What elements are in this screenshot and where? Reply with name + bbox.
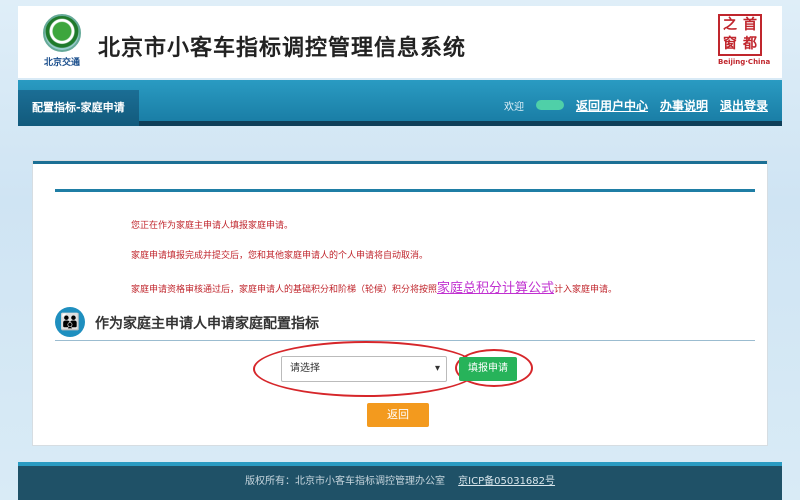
header: 北京交通 北京市小客车指标调控管理信息系统 之 首 窗 都 Beijing·Ch… (18, 6, 782, 78)
logo-emblem-icon (43, 14, 81, 52)
logout-link[interactable]: 退出登录 (720, 97, 768, 114)
tab-family-application[interactable]: 配置指标-家庭申请 (18, 90, 139, 126)
icp-link[interactable]: 京ICP备05031682号 (458, 476, 555, 487)
section-title: 作为家庭主申请人申请家庭配置指标 (95, 316, 319, 332)
footer: 版权所有：北京市小客车指标调控管理办公室 京ICP备05031682号 (18, 462, 782, 500)
site-title: 北京市小客车指标调控管理信息系统 (98, 36, 467, 61)
main-panel: 您正在作为家庭主申请人填报家庭申请。 家庭申请填报完成并提交后，您和其他家庭申请… (32, 160, 768, 446)
family-score-formula-link[interactable]: 家庭总积分计算公式 (437, 281, 554, 296)
notice-line-3-suffix: 计入家庭申请。 (554, 285, 618, 295)
nav-user-area: 欢迎 返回用户中心 办事说明 退出登录 (504, 95, 768, 115)
inner-rule (55, 189, 755, 192)
chevron-down-icon: ▾ (434, 363, 440, 374)
logo-caption: 北京交通 (43, 58, 80, 68)
family-icon: 👪 (55, 307, 85, 337)
notice-line-3: 家庭申请资格审核通过后，家庭申请人的基础积分和阶梯（轮候）积分将按照家庭总积分计… (131, 277, 617, 296)
seal-char: 之 (723, 17, 737, 33)
footer-copyright: 版权所有：北京市小客车指标调控管理办公室 (244, 476, 445, 487)
seal-char: 首 (743, 17, 757, 33)
notice-line-2: 家庭申请填报完成并提交后，您和其他家庭申请人的个人申请将自动取消。 (131, 251, 429, 261)
nav-bar: 配置指标-家庭申请 欢迎 返回用户中心 办事说明 退出登录 (18, 80, 782, 126)
seal-char: 都 (743, 36, 757, 52)
apply-button[interactable]: 填报申请 (459, 357, 517, 381)
seal-caption: Beijing·China (718, 58, 771, 66)
select-value: 请选择 (290, 363, 320, 374)
instructions-link[interactable]: 办事说明 (660, 97, 708, 114)
seal-box: 之 首 窗 都 (718, 14, 762, 56)
capital-seal-logo: 之 首 窗 都 Beijing·China (718, 14, 771, 70)
notice-line-3-prefix: 家庭申请资格审核通过后，家庭申请人的基础积分和阶梯（轮候）积分将按照 (131, 285, 438, 295)
section-header: 👪 作为家庭主申请人申请家庭配置指标 (55, 307, 755, 341)
application-type-select[interactable]: 请选择 ▾ (281, 356, 447, 382)
welcome-text: 欢迎 (503, 101, 524, 113)
username-badge (535, 100, 564, 110)
seal-char: 窗 (723, 36, 737, 52)
back-button[interactable]: 返回 (367, 403, 429, 427)
panel-top-rule (33, 161, 767, 164)
notice-line-1: 您正在作为家庭主申请人填报家庭申请。 (131, 221, 294, 231)
return-user-center-link[interactable]: 返回用户中心 (576, 97, 648, 114)
beijing-transport-logo: 北京交通 (38, 14, 86, 72)
